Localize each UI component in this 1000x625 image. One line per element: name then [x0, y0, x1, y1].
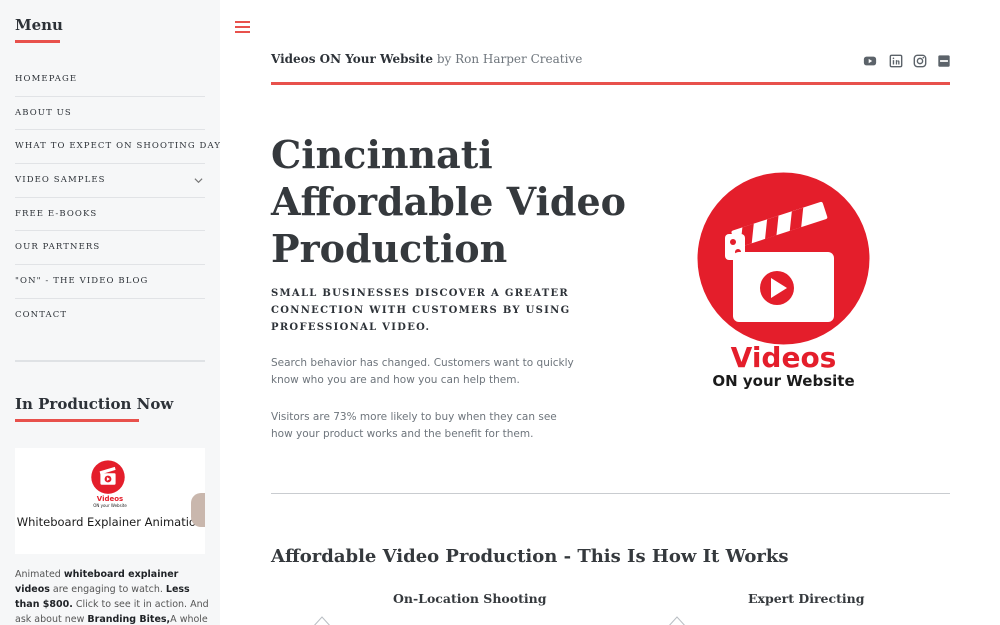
promo-description: Animated whiteboard explainer videos are… [15, 567, 210, 625]
hand-image [191, 493, 205, 527]
hero-title: Cincinnati Affordable Video Production [271, 131, 631, 272]
menu-heading-underline [15, 40, 60, 43]
sidebar: Menu Homepage About Us What To Expect On… [0, 0, 220, 625]
site-byline: by Ron Harper Creative [433, 52, 583, 66]
hamburger-menu-icon[interactable] [235, 19, 251, 35]
hero-logo-subtext: ON your Website [712, 372, 855, 390]
sidebar-item-label: Contact [15, 309, 68, 320]
hero-logo: Videos ON your Website [697, 172, 870, 392]
site-title[interactable]: Videos ON Your Website by Ron Harper Cre… [271, 52, 582, 66]
header-rule [271, 82, 950, 85]
sidebar-item-homepage[interactable]: Homepage [15, 63, 205, 97]
sidebar-item-video-samples[interactable]: Video Samples [15, 164, 205, 198]
sidebar-item-label: About Us [15, 107, 72, 118]
promo-text-part: are engaging to watch. [49, 584, 166, 595]
section-title: Affordable Video Production - This Is Ho… [271, 546, 789, 567]
hero-title-line: Production [271, 226, 508, 271]
feature-icon [669, 616, 685, 625]
clapperboard-icon [697, 172, 870, 345]
hero-logo-text: Videos [730, 341, 837, 374]
sidebar-item-shooting-day[interactable]: What To Expect On Shooting Day [15, 130, 220, 165]
hero-title-line: Cincinnati [271, 132, 493, 177]
sidebar-item-label: Homepage [15, 74, 78, 84]
sidebar-item-about-us[interactable]: About Us [15, 97, 205, 131]
site-name: Videos ON Your Website [271, 52, 433, 66]
videos-on-your-website-logo [91, 460, 125, 494]
menu-heading: Menu [15, 16, 63, 34]
hero-subtitle: Small businesses discover a greater conn… [271, 288, 571, 333]
flickr-icon[interactable] [937, 54, 951, 68]
promo-caption: Whiteboard Explainer Animation [16, 515, 204, 529]
hero-paragraph: Visitors are 73% more likely to buy when… [271, 411, 557, 440]
sidebar-item-label: "ON" - The Video Blog [15, 276, 149, 287]
feature-title-directing: Expert Directing [748, 591, 865, 606]
instagram-icon[interactable] [913, 54, 927, 68]
hero-paragraph: Search behavior has changed. Customers w… [271, 357, 574, 386]
hero-title-line: Affordable Video [271, 179, 626, 224]
linkedin-icon[interactable] [889, 54, 903, 68]
sidebar-item-free-ebooks[interactable]: Free E-Books [15, 198, 205, 232]
production-heading: In Production Now [15, 395, 174, 413]
youtube-icon[interactable] [863, 54, 877, 68]
sidebar-item-label: What To Expect On Shooting Day [15, 141, 220, 152]
promo-logo-text: Videos [96, 495, 124, 503]
promo-text-part: Animated [15, 569, 64, 580]
sidebar-menu: Homepage About Us What To Expect On Shoo… [15, 63, 220, 333]
chevron-down-icon[interactable] [194, 164, 203, 198]
sidebar-item-label: Free E-Books [15, 208, 98, 219]
promo-card[interactable]: Videos ON your Website Whiteboard Explai… [15, 448, 205, 554]
sidebar-divider [15, 360, 205, 362]
sidebar-item-our-partners[interactable]: Our Partners [15, 231, 205, 266]
feature-title-on-location: On-Location Shooting [393, 591, 547, 606]
feature-icon [314, 616, 330, 625]
sidebar-item-label: Our Partners [15, 242, 101, 253]
promo-text-bold: Branding Bites, [87, 614, 171, 625]
sidebar-item-label: Video Samples [15, 175, 106, 186]
sidebar-item-video-blog[interactable]: "ON" - The Video Blog [15, 265, 205, 299]
sidebar-item-contact[interactable]: Contact [15, 299, 205, 333]
promo-logo-subtext: ON your Website [93, 503, 127, 508]
production-heading-underline [15, 419, 139, 422]
section-divider [271, 493, 950, 494]
